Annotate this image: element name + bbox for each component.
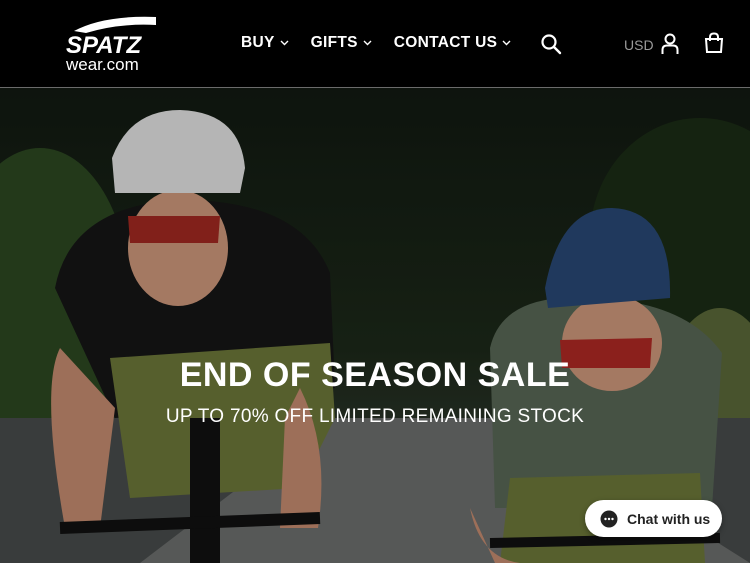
nav-item-contact-us[interactable]: CONTACT US: [394, 34, 511, 52]
chevron-down-icon: [280, 40, 289, 46]
chat-label: Chat with us: [627, 510, 711, 527]
nav-item-gifts[interactable]: GIFTS: [311, 34, 372, 52]
cart-icon: [704, 32, 724, 53]
user-icon: [661, 33, 679, 54]
chat-bubble-icon: [600, 510, 618, 527]
search-button[interactable]: [540, 33, 562, 60]
hero-title: END OF SEASON SALE: [179, 356, 571, 394]
hero-subtitle: UP TO 70% OFF LIMITED REMAINING STOCK: [165, 406, 585, 427]
site-header: SPATZ wear.com BUY GIFTS CONTACT US USD: [0, 0, 750, 88]
chat-widget-button[interactable]: Chat with us: [585, 500, 722, 537]
hero-banner[interactable]: END OF SEASON SALE UP TO 70% OFF LIMITED…: [0, 88, 750, 563]
currency-selector[interactable]: USD: [624, 37, 654, 53]
nav-item-label: CONTACT US: [393, 34, 498, 51]
nav-item-label: BUY: [241, 34, 275, 51]
hero-image: [0, 88, 750, 563]
chevron-down-icon: [502, 40, 511, 46]
cart-button[interactable]: [703, 32, 725, 59]
brand-logo[interactable]: SPATZ wear.com: [64, 13, 162, 75]
main-nav: BUY GIFTS CONTACT US: [241, 34, 533, 52]
svg-text:wear.com: wear.com: [65, 55, 139, 74]
account-button[interactable]: [660, 33, 680, 60]
nav-item-label: GIFTS: [310, 34, 358, 51]
chevron-down-icon: [363, 40, 372, 46]
nav-item-buy[interactable]: BUY: [241, 34, 289, 52]
search-icon: [541, 34, 562, 55]
